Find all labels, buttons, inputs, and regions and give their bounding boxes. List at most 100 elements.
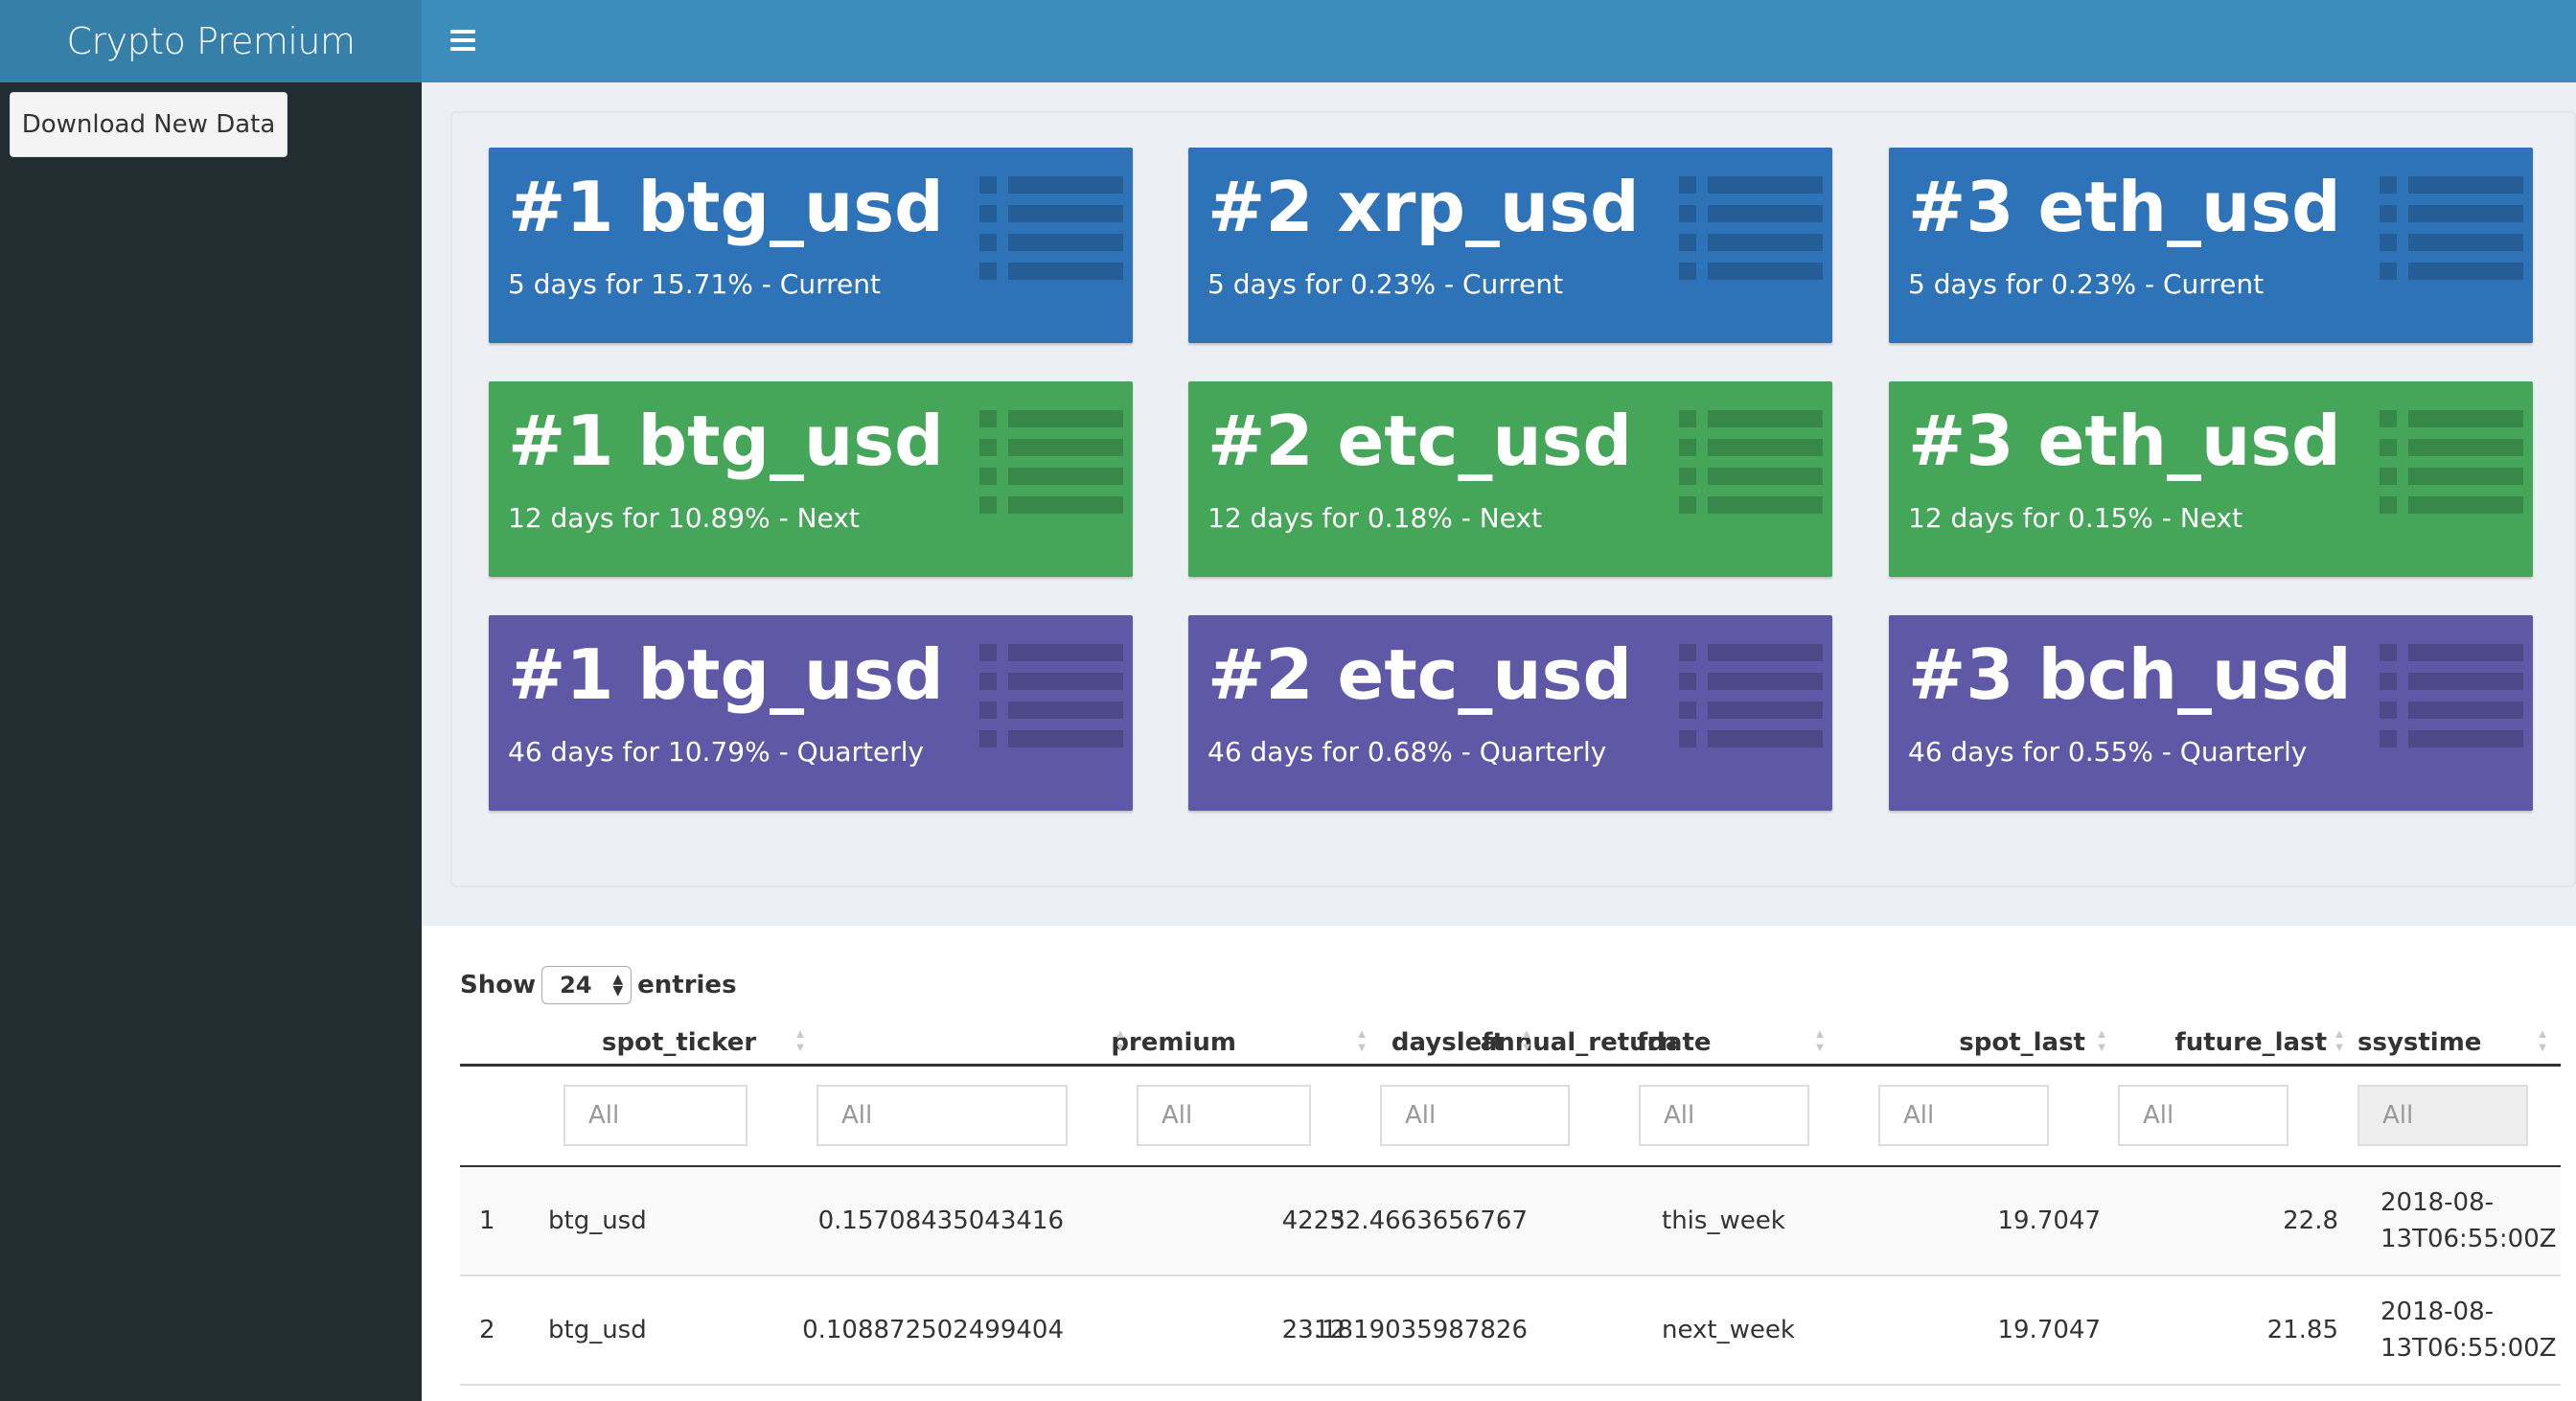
value-box-subtitle: 12 days for 0.15% - Next xyxy=(1908,502,2243,534)
column-filter-row: All All All All All All All All xyxy=(460,1068,2561,1167)
column-header-future_last[interactable]: future_last xyxy=(2032,1022,2327,1064)
page-length-select[interactable]: 24 ▲ ▼ xyxy=(541,966,632,1004)
cell-annual_return: 23.1819035987826 xyxy=(1281,1316,1528,1344)
show-label: Show xyxy=(460,971,537,999)
cell-premium: 0.108872502499404 xyxy=(802,1316,1064,1344)
filter-premium-input[interactable]: All xyxy=(816,1085,1068,1146)
value-box-title: #1 btg_usd xyxy=(508,401,944,481)
table-row[interactable]: 2 btg_usd 0.108872502499404 12 23.181903… xyxy=(460,1276,2561,1386)
cell-premium: 0.15708435043416 xyxy=(817,1206,1064,1235)
list-icon xyxy=(2380,410,2523,523)
filter-annual_return-input[interactable]: All xyxy=(1380,1085,1570,1146)
cell-annual_return: 42232.4663656767 xyxy=(1281,1206,1528,1235)
column-header-premium[interactable]: premium xyxy=(958,1022,1236,1064)
data-table-panel: Show 24 ▲ ▼ entries spot_ticker ▲ ▼ premiu… xyxy=(422,926,2576,1401)
value-box-subtitle: 46 days for 0.55% - Quarterly xyxy=(1908,736,2308,768)
list-icon-row xyxy=(1679,234,1823,251)
list-icon-row xyxy=(2380,205,2523,222)
sort-icon[interactable]: ▲ ▼ xyxy=(794,1027,807,1054)
filter-daysleft-input[interactable]: All xyxy=(1137,1085,1311,1146)
list-icon-row xyxy=(2380,410,2523,427)
sort-icon[interactable]: ▲ ▼ xyxy=(2536,1027,2549,1054)
table-row[interactable]: 1 btg_usd 0.15708435043416 5 42232.46636… xyxy=(460,1167,2561,1276)
download-new-data-button[interactable]: Download New Data xyxy=(10,92,288,157)
list-icon-row xyxy=(1679,263,1823,280)
list-icon xyxy=(1679,176,1823,289)
value-box-title: #2 xrp_usd xyxy=(1208,167,1640,247)
list-icon xyxy=(979,644,1123,757)
filter-spot_ticker-input[interactable]: All xyxy=(564,1085,748,1146)
sort-icon[interactable]: ▲ ▼ xyxy=(2333,1027,2346,1054)
row-number: 2 xyxy=(479,1316,495,1344)
value-box: #2 etc_usd 46 days for 0.68% - Quarterly xyxy=(1188,615,1832,811)
list-icon-row xyxy=(1679,410,1823,427)
list-icon-row xyxy=(979,205,1123,222)
list-icon xyxy=(979,410,1123,523)
cell-spot_last: 19.7047 xyxy=(1997,1316,2101,1344)
value-box: #2 etc_usd 12 days for 0.18% - Next xyxy=(1188,381,1832,577)
list-icon-row xyxy=(1679,701,1823,719)
value-box-subtitle: 5 days for 0.23% - Current xyxy=(1208,268,1564,300)
value-box-subtitle: 46 days for 10.79% - Quarterly xyxy=(508,736,925,768)
entries-label: entries xyxy=(637,971,737,999)
list-icon-row xyxy=(2380,701,2523,719)
list-icon-row xyxy=(979,439,1123,456)
filter-spot_last-input[interactable]: All xyxy=(1878,1085,2049,1146)
list-icon xyxy=(2380,176,2523,289)
list-icon-row xyxy=(1679,673,1823,690)
sort-icon[interactable]: ▲ ▼ xyxy=(1114,1027,1127,1054)
value-box-title: #2 etc_usd xyxy=(1208,401,1633,481)
value-box-subtitle: 5 days for 15.71% - Current xyxy=(508,268,881,300)
filter-future_last-input[interactable]: All xyxy=(2118,1085,2288,1146)
cell-spot_ticker: btg_usd xyxy=(548,1206,647,1235)
list-icon xyxy=(1679,410,1823,523)
value-box-title: #2 etc_usd xyxy=(1208,634,1633,715)
value-box-title: #3 eth_usd xyxy=(1908,401,2341,481)
page-length-control: Show 24 ▲ ▼ entries xyxy=(460,966,737,1004)
value-box: #3 eth_usd 12 days for 0.15% - Next xyxy=(1889,381,2533,577)
cell-spot_ticker: btg_usd xyxy=(548,1316,647,1344)
app-title: Crypto Premium xyxy=(0,0,422,82)
list-icon xyxy=(1679,644,1823,757)
main-content: #1 btg_usd 5 days for 15.71% - Current #… xyxy=(422,82,2576,1401)
list-icon-row xyxy=(1679,468,1823,485)
list-icon-row xyxy=(2380,176,2523,194)
top-navbar xyxy=(422,0,2576,82)
column-header-spot_ticker[interactable]: spot_ticker xyxy=(602,1022,756,1064)
list-icon-row xyxy=(1679,496,1823,514)
sort-icon[interactable]: ▲ ▼ xyxy=(1520,1027,1533,1054)
value-box-subtitle: 46 days for 0.68% - Quarterly xyxy=(1208,736,1607,768)
value-box-title: #3 eth_usd xyxy=(1908,167,2341,247)
list-icon xyxy=(2380,644,2523,757)
value-box: #1 btg_usd 46 days for 10.79% - Quarterl… xyxy=(489,615,1133,811)
value-box-title: #3 bch_usd xyxy=(1908,634,2352,715)
value-box-subtitle: 5 days for 0.23% - Current xyxy=(1908,268,2265,300)
list-icon-row xyxy=(1679,730,1823,747)
column-header-fdate[interactable]: fdate xyxy=(1637,1022,1712,1064)
list-icon-row xyxy=(1679,205,1823,222)
sort-icon[interactable]: ▲ ▼ xyxy=(1355,1027,1368,1054)
select-arrows-icon: ▲ ▼ xyxy=(612,972,624,999)
column-header-ssystime[interactable]: ssystime xyxy=(2358,1022,2481,1064)
filter-fdate-input[interactable]: All xyxy=(1639,1085,1809,1146)
list-icon-row xyxy=(2380,673,2523,690)
value-box-title: #1 btg_usd xyxy=(508,167,944,247)
menu-toggle-icon[interactable] xyxy=(450,23,475,57)
value-box: #2 xrp_usd 5 days for 0.23% - Current xyxy=(1188,148,1832,343)
list-icon-row xyxy=(1679,644,1823,661)
value-box-subtitle: 12 days for 0.18% - Next xyxy=(1208,502,1543,534)
list-icon-row xyxy=(979,730,1123,747)
list-icon-row xyxy=(979,701,1123,719)
list-icon xyxy=(979,176,1123,289)
cell-ssystime: 2018-08- 13T06:55:00Z xyxy=(2380,1298,2557,1363)
value-box: #1 btg_usd 5 days for 15.71% - Current xyxy=(489,148,1133,343)
value-box: #3 eth_usd 5 days for 0.23% - Current xyxy=(1889,148,2533,343)
list-icon-row xyxy=(1679,439,1823,456)
cell-fdate: next_week xyxy=(1662,1316,1795,1344)
list-icon-row xyxy=(979,496,1123,514)
value-box: #1 btg_usd 12 days for 10.89% - Next xyxy=(489,381,1133,577)
cell-ssystime: 2018-08- 13T06:55:00Z xyxy=(2380,1188,2557,1253)
row-number: 1 xyxy=(479,1206,495,1235)
column-header-annual_return[interactable]: annual_return xyxy=(1399,1022,1677,1064)
value-boxes-panel: #1 btg_usd 5 days for 15.71% - Current #… xyxy=(450,111,2576,887)
